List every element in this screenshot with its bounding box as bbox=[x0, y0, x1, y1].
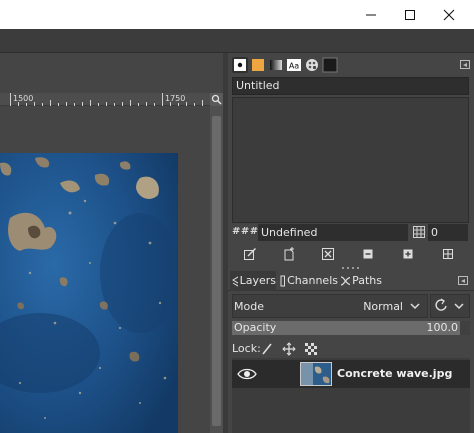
minus-box-icon bbox=[363, 249, 373, 259]
opacity-spin-buttons[interactable] bbox=[460, 321, 470, 335]
mode-label: Mode bbox=[234, 300, 264, 313]
tab-brushes[interactable] bbox=[232, 57, 248, 73]
title-bar bbox=[0, 0, 474, 29]
dock-resize-handle[interactable] bbox=[340, 266, 360, 270]
name-field[interactable]: Untitled bbox=[232, 77, 469, 95]
tab-gradients[interactable] bbox=[268, 57, 284, 73]
grid-icon[interactable] bbox=[412, 225, 426, 239]
dock-menu-button-layers[interactable] bbox=[458, 276, 468, 285]
channels-icon bbox=[280, 275, 286, 287]
lock-row: Lock: bbox=[232, 340, 470, 358]
resource-tabs: Aa bbox=[230, 55, 474, 75]
minimize-button[interactable] bbox=[354, 0, 388, 29]
preview-area bbox=[232, 97, 469, 223]
canvas-image[interactable] bbox=[0, 153, 178, 433]
tab-paths[interactable]: Paths bbox=[338, 271, 382, 291]
layers-dock-tabs: Layers Channels Paths bbox=[228, 271, 474, 291]
mode-select[interactable]: Mode Normal bbox=[232, 294, 428, 318]
tab-layers-label: Layers bbox=[239, 274, 276, 287]
delete-button[interactable] bbox=[318, 245, 338, 263]
tab-paths-label: Paths bbox=[352, 274, 382, 287]
header-strip bbox=[0, 29, 474, 53]
tab-patterns[interactable] bbox=[250, 57, 266, 73]
edit-icon bbox=[244, 248, 256, 260]
navigate-button[interactable] bbox=[210, 93, 223, 106]
layer-name: Concrete wave.jpg bbox=[337, 367, 453, 380]
layer-list: Concrete wave.jpg bbox=[232, 358, 470, 433]
close-icon bbox=[443, 9, 455, 20]
opacity-slider[interactable]: Opacity 100.0 bbox=[232, 321, 470, 335]
decrease-button[interactable] bbox=[358, 245, 378, 263]
delete-icon bbox=[322, 248, 334, 260]
opacity-value: 100.0 bbox=[426, 321, 459, 334]
new-button[interactable] bbox=[279, 245, 299, 263]
pattern-swatch-icon bbox=[252, 59, 264, 71]
horizontal-ruler[interactable]: 1500 1750 bbox=[0, 93, 210, 106]
plus-box-icon bbox=[403, 249, 413, 259]
tab-channels-label: Channels bbox=[287, 274, 338, 287]
layer-row[interactable]: Concrete wave.jpg bbox=[232, 360, 470, 388]
gradient-icon bbox=[270, 60, 282, 70]
paths-icon bbox=[340, 276, 351, 286]
edit-button[interactable] bbox=[240, 245, 260, 263]
vertical-scrollbar[interactable] bbox=[210, 106, 223, 433]
grid-view-icon bbox=[443, 249, 453, 259]
color-swatch-icon bbox=[322, 57, 338, 73]
concrete-texture-image bbox=[0, 153, 178, 433]
new-document-icon bbox=[284, 247, 294, 261]
status-field[interactable]: Undefined bbox=[258, 224, 408, 241]
status-row: #### Undefined 0 bbox=[232, 223, 469, 243]
mode-value: Normal bbox=[363, 300, 403, 313]
preview-buttons bbox=[232, 244, 469, 264]
right-dock: Aa Untitled #### Undefined 0 Layers Chan… bbox=[228, 53, 474, 433]
opacity-label: Opacity bbox=[234, 321, 277, 334]
lock-pixels-icon[interactable] bbox=[261, 342, 273, 356]
layers-icon bbox=[232, 276, 238, 287]
mode-row: Mode Normal bbox=[232, 294, 470, 318]
chevron-down-icon bbox=[410, 303, 420, 310]
lock-label: Lock: bbox=[232, 342, 261, 355]
lock-position-icon[interactable] bbox=[282, 342, 296, 356]
maximize-icon bbox=[405, 9, 415, 20]
ruler-label-1500: 1500 bbox=[13, 94, 34, 103]
eye-icon[interactable] bbox=[237, 366, 257, 382]
count-field[interactable]: 0 bbox=[428, 224, 468, 241]
close-button[interactable] bbox=[432, 0, 466, 29]
tab-colors[interactable] bbox=[322, 57, 338, 73]
brush-icon bbox=[234, 59, 246, 71]
palette-icon bbox=[306, 59, 318, 71]
dock-menu-button-top[interactable] bbox=[460, 60, 470, 69]
grid-view-button[interactable] bbox=[438, 245, 458, 263]
layer-thumbnail-image bbox=[301, 363, 331, 385]
scrollbar-thumb[interactable] bbox=[212, 116, 221, 426]
minimize-icon bbox=[366, 14, 376, 15]
tab-palettes[interactable] bbox=[304, 57, 320, 73]
font-tab-label: Aa bbox=[289, 62, 299, 71]
font-icon: Aa bbox=[287, 59, 301, 71]
ruler-label-1750: 1750 bbox=[165, 94, 186, 103]
tab-fonts[interactable]: Aa bbox=[286, 57, 302, 73]
increase-button[interactable] bbox=[398, 245, 418, 263]
tab-layers[interactable]: Layers bbox=[230, 271, 276, 291]
swap-chevron-icon bbox=[435, 298, 464, 311]
tab-channels[interactable]: Channels bbox=[278, 271, 338, 291]
zoom-navigate-icon bbox=[211, 94, 222, 105]
composite-mode-button[interactable] bbox=[430, 294, 470, 318]
canvas-area[interactable]: 1500 1750 bbox=[0, 53, 228, 433]
layer-thumbnail[interactable] bbox=[300, 362, 332, 386]
lock-alpha-icon[interactable] bbox=[304, 342, 318, 356]
maximize-button[interactable] bbox=[393, 0, 427, 29]
